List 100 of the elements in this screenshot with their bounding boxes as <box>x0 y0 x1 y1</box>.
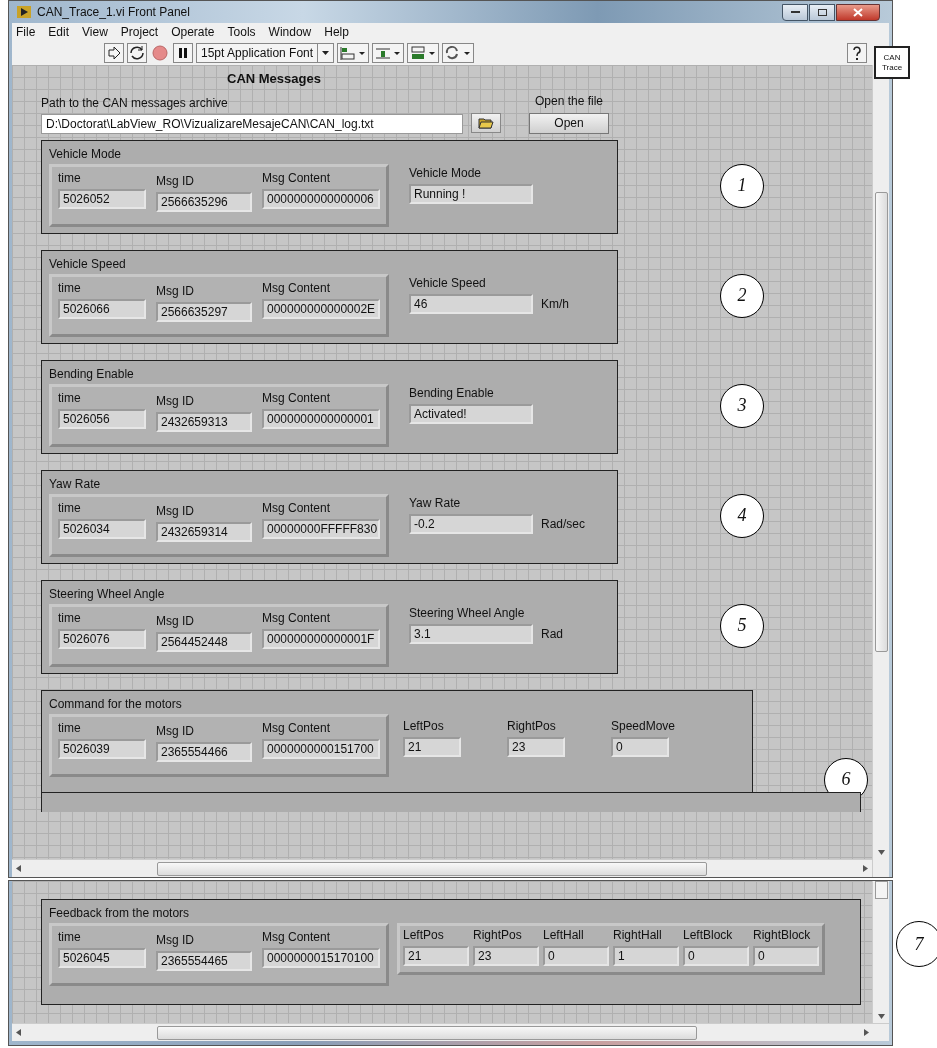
window-title: CAN_Trace_1.vi Front Panel <box>37 4 190 21</box>
indicator-label: Bending Enable <box>409 384 494 402</box>
field-label: Msg Content <box>262 279 331 297</box>
unit-label: Rad/sec <box>541 515 586 533</box>
reorder-icon[interactable] <box>442 43 475 63</box>
value-display: 000000000000001F <box>262 628 380 649</box>
field-label: Msg Content <box>262 609 331 627</box>
indicator-display: 0 <box>543 946 609 966</box>
resize-objects-icon[interactable] <box>407 43 440 63</box>
field-label: time <box>58 719 81 737</box>
browse-button[interactable] <box>471 112 501 133</box>
value-display: 5026034 <box>58 518 146 539</box>
field-label: Msg ID <box>156 172 194 190</box>
field-label: time <box>58 929 81 946</box>
indicator-display: -0.2 <box>409 513 533 534</box>
scroll-right-icon[interactable] <box>863 865 868 872</box>
menu-item[interactable]: Project <box>120 23 159 41</box>
field-label: Msg ID <box>156 932 194 949</box>
unit-label: Rad <box>541 625 563 643</box>
close-button[interactable] <box>836 3 880 21</box>
font-dropdown[interactable]: 15pt Application Font <box>196 43 335 63</box>
value-display: 2432659314 <box>156 521 252 542</box>
cluster-title: Vehicle Mode <box>49 145 122 163</box>
value-display: 0000000015170100 <box>262 948 380 968</box>
scroll-right-icon[interactable] <box>864 1029 869 1036</box>
indicator-display: 0 <box>683 946 749 966</box>
indicator-label: LeftPos <box>403 717 444 735</box>
indicator-label: RightBlock <box>753 927 811 944</box>
value-display: 2365554465 <box>156 951 252 971</box>
menu-item[interactable]: File <box>16 23 36 41</box>
field-label: Msg ID <box>156 722 194 740</box>
value-display: 5026039 <box>58 738 146 759</box>
menu-item[interactable]: Window <box>268 23 312 41</box>
vi-icon: CAN Trace <box>874 46 910 79</box>
indicator-label: LeftPos <box>403 927 444 944</box>
value-display: 00000000FFFFF830 <box>262 518 380 539</box>
field-label: Msg Content <box>262 169 331 187</box>
indicator-label: RightPos <box>473 927 522 944</box>
field-label: time <box>58 279 81 297</box>
value-display: 5026056 <box>58 408 146 429</box>
pause-icon[interactable] <box>173 43 193 63</box>
cluster-title: Command for the motors <box>49 695 182 713</box>
path-field[interactable]: D:\Doctorat\LabView_RO\VizualizareMesajeCAN\CAN_log.txt <box>41 113 463 134</box>
unit-label: Km/h <box>541 295 569 313</box>
menu-item[interactable]: Help <box>324 23 349 41</box>
field-label: time <box>58 389 81 407</box>
menu-item[interactable]: Edit <box>48 23 70 41</box>
scroll-down-icon[interactable] <box>877 1014 885 1019</box>
cluster-title: Steering Wheel Angle <box>49 585 165 603</box>
field-label: Msg Content <box>262 389 331 407</box>
menu-item[interactable]: Tools <box>227 23 256 41</box>
cluster-title: Feedback from the motors <box>49 905 190 922</box>
scroll-left-icon[interactable] <box>16 865 21 872</box>
indicator-label: Vehicle Mode <box>409 164 482 182</box>
folder-icon <box>478 116 494 129</box>
field-label: Msg ID <box>156 392 194 410</box>
open-button[interactable]: Open <box>529 112 609 134</box>
menu-item[interactable]: View <box>82 23 108 41</box>
run-continuously-icon[interactable] <box>127 43 147 63</box>
indicator-display: 0 <box>753 946 819 966</box>
indicator-display: 23 <box>473 946 539 966</box>
context-help-icon[interactable] <box>847 43 867 63</box>
field-label: Path to the CAN messages archive <box>41 94 228 112</box>
value-display: 0000000000000001 <box>262 408 380 429</box>
value-display: 2564452448 <box>156 631 252 652</box>
distribute-objects-icon[interactable] <box>372 43 405 63</box>
app-icon <box>17 6 31 18</box>
indicator-display: 46 <box>409 293 533 314</box>
cluster-title: Bending Enable <box>49 365 134 383</box>
value-display: 0000000000151700 <box>262 738 380 759</box>
indicator-display: Running ! <box>409 183 533 204</box>
minimize-button[interactable] <box>782 3 808 21</box>
value-display: 2432659313 <box>156 411 252 432</box>
indicator-label: LeftHall <box>543 927 584 944</box>
horizontal-scrollbar[interactable] <box>12 859 872 877</box>
indicator-display: 21 <box>403 946 469 966</box>
field-label: time <box>58 169 81 187</box>
field-label: time <box>58 499 81 517</box>
value-display: 5026066 <box>58 298 146 319</box>
close-icon <box>853 7 863 17</box>
indicator-display: 21 <box>403 736 461 757</box>
indicator-label: LeftBlock <box>683 927 733 944</box>
maximize-button[interactable] <box>809 3 835 21</box>
scroll-down-icon[interactable] <box>877 850 885 855</box>
value-display: 2566635296 <box>156 191 252 212</box>
indicator-label: Steering Wheel Angle <box>409 604 525 622</box>
align-objects-icon[interactable] <box>337 43 370 63</box>
horizontal-scrollbar[interactable] <box>12 1023 889 1041</box>
field-label: Msg Content <box>262 929 331 946</box>
button-label: Open the file <box>534 92 603 110</box>
value-display: 5026045 <box>58 948 146 968</box>
value-display: 2566635297 <box>156 301 252 322</box>
menu-item[interactable]: Operate <box>171 23 215 41</box>
value-display: 0000000000000006 <box>262 188 380 209</box>
field-label: Msg ID <box>156 612 194 630</box>
scroll-thumb[interactable] <box>874 881 888 899</box>
cluster-title: Vehicle Speed <box>49 255 126 273</box>
indicator-display: 0 <box>611 736 669 757</box>
scroll-left-icon[interactable] <box>16 1029 21 1036</box>
panel-heading: CAN Messages <box>227 70 321 88</box>
